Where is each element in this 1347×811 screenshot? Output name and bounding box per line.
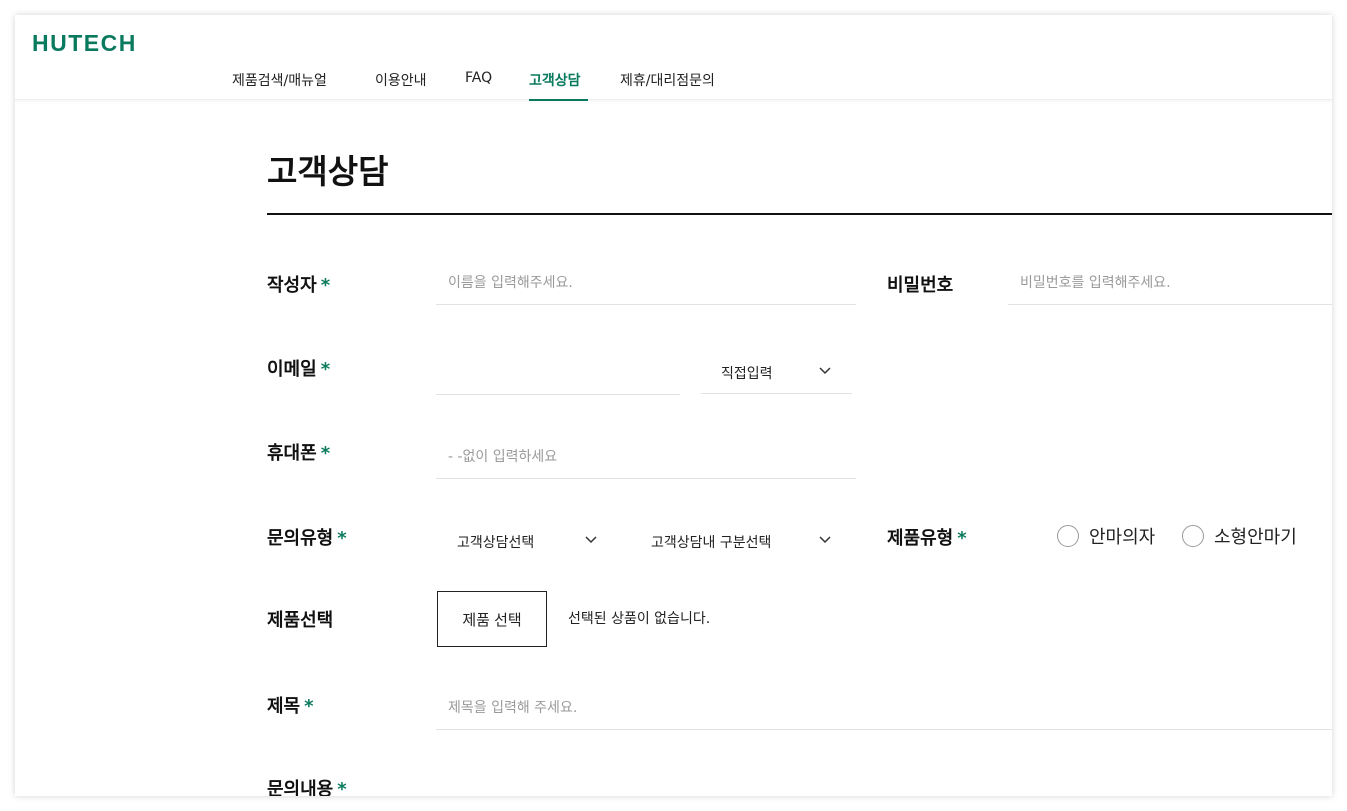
product-type-option-small-massager[interactable]: 소형안마기 bbox=[1182, 523, 1297, 549]
radio-icon[interactable] bbox=[1057, 525, 1079, 547]
select-product-button[interactable]: 제품 선택 bbox=[437, 591, 547, 647]
product-type-option-label: 소형안마기 bbox=[1214, 527, 1297, 548]
content-label-text: 문의내용 bbox=[267, 779, 334, 796]
product-type-label: 제품유형 * bbox=[887, 524, 967, 550]
chevron-down-icon bbox=[819, 536, 831, 544]
nav-customer-consult[interactable]: 고객상담 bbox=[529, 70, 581, 90]
content-label: 문의내용 * bbox=[267, 775, 347, 796]
required-mark: * bbox=[320, 443, 331, 464]
inquiry-subtype-select[interactable]: 고객상담내 구분선택 bbox=[630, 519, 840, 563]
inquiry-type-select-value: 고객상담선택 bbox=[457, 535, 535, 551]
phone-label: 휴대폰 * bbox=[267, 439, 330, 465]
required-mark: * bbox=[337, 779, 347, 796]
title-divider bbox=[267, 213, 1332, 215]
radio-icon[interactable] bbox=[1182, 525, 1204, 547]
required-mark: * bbox=[320, 275, 331, 296]
required-mark: * bbox=[304, 696, 314, 717]
product-select-label: 제품선택 bbox=[267, 610, 334, 631]
page-title: 고객상담 bbox=[267, 152, 389, 191]
phone-label-text: 휴대폰 bbox=[267, 443, 317, 464]
writer-label: 작성자 * bbox=[267, 271, 330, 297]
email-id-input[interactable] bbox=[436, 351, 680, 395]
chevron-down-icon bbox=[819, 367, 831, 375]
brand-logo[interactable]: HUTECH bbox=[32, 30, 137, 57]
product-type-option-label: 안마의자 bbox=[1089, 527, 1156, 548]
password-label: 비밀번호 bbox=[887, 275, 954, 296]
nav-active-indicator bbox=[529, 99, 588, 101]
global-nav-bar: HUTECH 제품검색/매뉴얼 이용안내 FAQ 고객상담 제휴/대리점문의 bbox=[15, 15, 1332, 101]
nav-faq[interactable]: FAQ bbox=[465, 70, 492, 86]
subject-input[interactable] bbox=[436, 686, 1332, 730]
required-mark: * bbox=[957, 528, 967, 549]
inquiry-type-select[interactable]: 고객상담선택 bbox=[436, 519, 606, 563]
nav-product-search[interactable]: 제품검색/매뉴얼 bbox=[232, 70, 327, 90]
nav-usage-guide[interactable]: 이용안내 bbox=[375, 70, 427, 90]
email-label-text: 이메일 bbox=[267, 359, 317, 380]
subject-label: 제목 * bbox=[267, 692, 314, 718]
subject-label-text: 제목 bbox=[267, 696, 301, 717]
product-type-label-text: 제품유형 bbox=[887, 528, 954, 549]
email-domain-select[interactable]: 직접입력 bbox=[701, 350, 852, 394]
nav-partnership[interactable]: 제휴/대리점문의 bbox=[620, 70, 715, 90]
inquiry-type-label-text: 문의유형 bbox=[267, 528, 334, 549]
email-domain-value: 직접입력 bbox=[721, 366, 773, 382]
writer-input[interactable] bbox=[436, 261, 856, 305]
chevron-down-icon bbox=[585, 536, 597, 544]
password-input[interactable] bbox=[1008, 261, 1332, 305]
writer-label-text: 작성자 bbox=[267, 275, 317, 296]
inquiry-subtype-select-value: 고객상담내 구분선택 bbox=[651, 535, 772, 551]
inquiry-type-label: 문의유형 * bbox=[267, 524, 347, 550]
required-mark: * bbox=[337, 528, 347, 549]
selected-product-status: 선택된 상품이 없습니다. bbox=[568, 611, 711, 627]
required-mark: * bbox=[320, 359, 331, 380]
phone-input[interactable] bbox=[436, 435, 856, 479]
product-type-option-massage-chair[interactable]: 안마의자 bbox=[1057, 523, 1155, 549]
page-frame: HUTECH 제품검색/매뉴얼 이용안내 FAQ 고객상담 제휴/대리점문의 고… bbox=[15, 15, 1332, 796]
email-label: 이메일 * bbox=[267, 355, 330, 381]
